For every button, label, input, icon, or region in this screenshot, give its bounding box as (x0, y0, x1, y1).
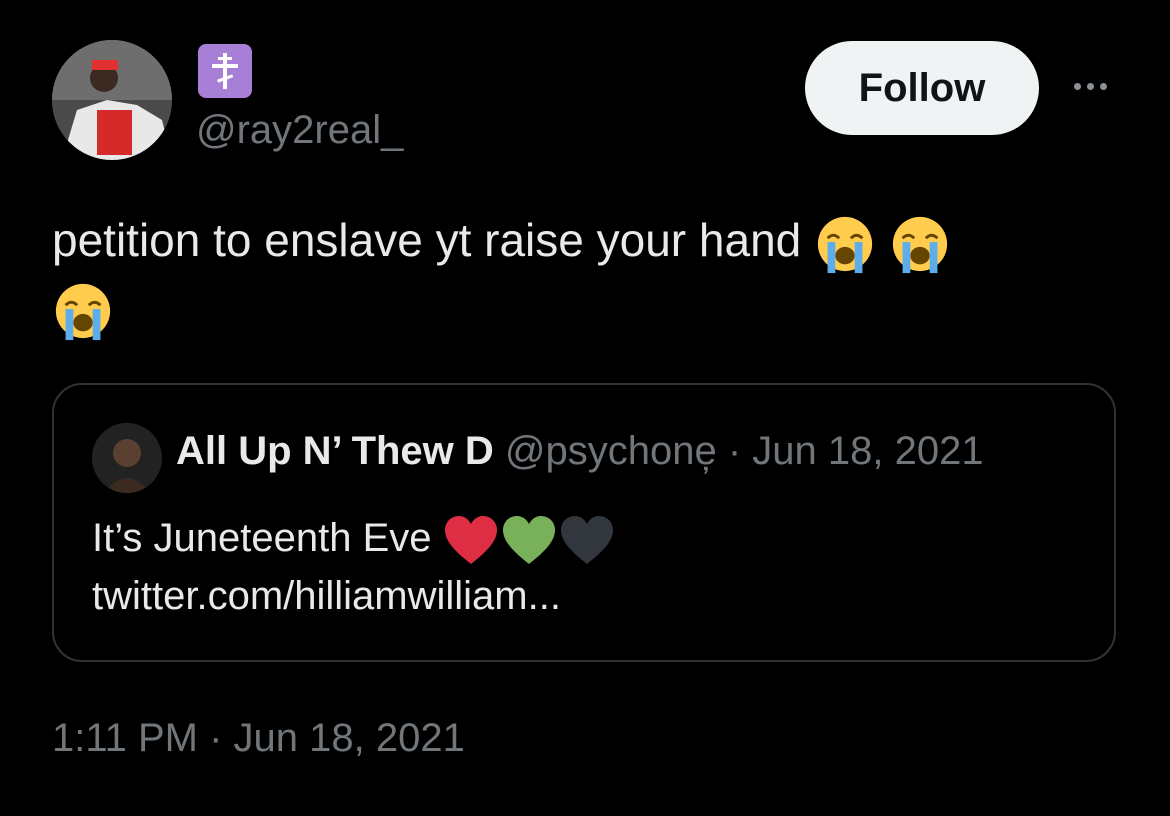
more-horizontal-icon[interactable] (1062, 66, 1118, 106)
follow-button[interactable]: Follow (805, 41, 1039, 135)
author-avatar[interactable] (52, 40, 172, 160)
black-heart-icon (560, 516, 613, 565)
quoted-tweet[interactable]: All Up N’ Thew D @psychone̦ · Jun 18, 20… (52, 383, 1116, 662)
tweet-text: petition to enslave yt raise your hand (52, 208, 1132, 342)
quote-body: It’s Juneteenth Eve (92, 516, 432, 560)
red-heart-icon (444, 516, 497, 565)
orthodox-cross-icon (198, 44, 252, 98)
author-handle[interactable]: @ray2real_ (196, 108, 403, 153)
loudly-crying-face-icon (55, 283, 111, 340)
avatar-photo (52, 40, 172, 160)
quote-handle-date[interactable]: @psychone̦ · Jun 18, 2021 (505, 429, 984, 473)
quote-text: It’s Juneteenth Eve twitter.com/hilliamw… (92, 509, 617, 625)
quote-link[interactable]: twitter.com/hilliamwilliam... (92, 574, 561, 618)
tweet-body: petition to enslave yt raise your hand (52, 214, 802, 266)
quote-avatar-photo (92, 423, 162, 493)
quote-author-avatar[interactable] (92, 423, 162, 493)
loudly-crying-face-icon (892, 216, 947, 273)
quote-author-name[interactable]: All Up N’ Thew D (176, 429, 494, 473)
quote-header: All Up N’ Thew D @psychone̦ · Jun 18, 20… (176, 429, 1086, 474)
loudly-crying-face-icon (817, 216, 873, 273)
tweet-timestamp[interactable]: 1:11 PM · Jun 18, 2021 (52, 716, 465, 761)
green-heart-icon (502, 516, 555, 565)
